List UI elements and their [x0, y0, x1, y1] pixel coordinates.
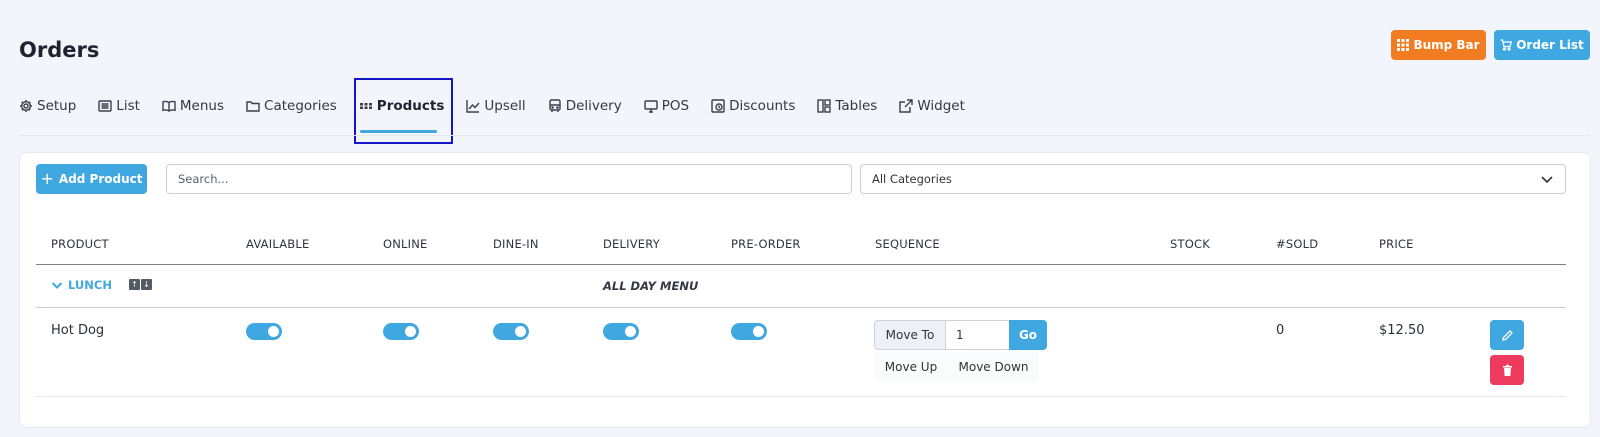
- tab-widget[interactable]: Widget: [899, 98, 965, 114]
- group-name: LUNCH: [68, 278, 112, 292]
- edit-product-button[interactable]: [1490, 320, 1524, 350]
- move-to-button[interactable]: Move To: [874, 320, 946, 350]
- group-menu-name: ALL DAY MENU: [603, 279, 699, 293]
- column-header-price: PRICE: [1379, 237, 1414, 251]
- online-toggle[interactable]: [383, 323, 419, 340]
- tab-setup-label: Setup: [37, 98, 77, 114]
- header-divider: [36, 264, 1566, 265]
- go-button[interactable]: Go: [1009, 320, 1047, 350]
- bump-bar-label: Bump Bar: [1413, 38, 1480, 52]
- trash-icon: [1502, 364, 1512, 376]
- tab-bar: Setup List Menus Categories Products Ups…: [19, 94, 965, 118]
- move-group-up-button[interactable]: ↑: [129, 279, 140, 290]
- add-product-label: Add Product: [58, 172, 143, 186]
- column-header-product: PRODUCT: [51, 237, 109, 251]
- pencil-icon: [1501, 329, 1513, 341]
- list-icon: [98, 100, 112, 112]
- column-header-stock: STOCK: [1170, 237, 1210, 251]
- tab-categories-label: Categories: [264, 98, 337, 114]
- price-value: $12.50: [1379, 323, 1425, 338]
- bump-bar-button[interactable]: Bump Bar: [1391, 30, 1486, 60]
- external-link-icon: [899, 99, 914, 113]
- tab-pos[interactable]: POS: [644, 98, 689, 114]
- tab-pos-label: POS: [661, 98, 690, 114]
- move-group-down-button[interactable]: ↓: [141, 279, 152, 290]
- column-header-sold: #SOLD: [1276, 237, 1319, 251]
- tab-setup[interactable]: Setup: [19, 98, 76, 114]
- monitor-icon: [644, 100, 658, 113]
- tab-divider: [19, 135, 1590, 136]
- arrow-up-icon: ↑: [131, 280, 138, 289]
- arrow-down-icon: ↓: [143, 280, 150, 289]
- sequence-control: Move To Go: [874, 320, 1047, 350]
- category-select-value: All Categories: [872, 172, 952, 186]
- tab-list-label: List: [116, 98, 140, 114]
- product-name: Hot Dog: [51, 323, 105, 338]
- bus-icon: [548, 99, 561, 112]
- group-divider: [36, 307, 1566, 308]
- folder-icon: [246, 101, 260, 112]
- tab-menus[interactable]: Menus: [162, 98, 224, 114]
- column-header-available: AVAILABLE: [246, 237, 310, 251]
- tab-upsell-label: Upsell: [484, 98, 526, 114]
- search-input[interactable]: [166, 164, 852, 194]
- tab-tables[interactable]: Tables: [817, 98, 877, 114]
- available-toggle[interactable]: [246, 323, 282, 340]
- add-product-button[interactable]: + Add Product: [36, 164, 147, 194]
- tab-upsell[interactable]: Upsell: [466, 98, 526, 114]
- page-title: Orders: [19, 38, 100, 62]
- delivery-toggle[interactable]: [603, 323, 639, 340]
- tab-menus-label: Menus: [179, 98, 225, 114]
- chart-up-icon: [466, 100, 480, 113]
- tab-discounts-label: Discounts: [729, 98, 796, 114]
- category-select[interactable]: All Categories: [860, 164, 1566, 194]
- cart-icon: [1500, 39, 1513, 51]
- column-header-delivery: DELIVERY: [603, 237, 660, 251]
- move-up-button[interactable]: Move Up: [874, 352, 948, 382]
- row-divider: [36, 396, 1566, 397]
- discount-icon: [711, 99, 725, 113]
- order-list-button[interactable]: Order List: [1494, 30, 1590, 60]
- move-links: Move Up Move Down: [874, 352, 1039, 382]
- grid-icon: [1397, 39, 1410, 51]
- layout-icon: [817, 99, 832, 113]
- tab-delivery[interactable]: Delivery: [548, 98, 622, 114]
- tab-tables-label: Tables: [835, 98, 878, 114]
- tab-widget-label: Widget: [917, 98, 965, 114]
- plus-icon: +: [40, 169, 54, 188]
- order-list-label: Order List: [1516, 38, 1584, 52]
- sequence-input[interactable]: [946, 320, 1009, 350]
- column-header-online: ONLINE: [383, 237, 428, 251]
- pre-order-toggle[interactable]: [731, 323, 767, 340]
- move-down-button[interactable]: Move Down: [948, 352, 1039, 382]
- column-header-pre-order: PRE-ORDER: [731, 237, 801, 251]
- gear-icon: [20, 100, 32, 112]
- tab-categories[interactable]: Categories: [246, 98, 337, 114]
- book-icon: [162, 100, 176, 112]
- sold-value: 0: [1276, 323, 1285, 338]
- chevron-down-icon: [1541, 176, 1553, 184]
- delete-product-button[interactable]: [1490, 355, 1524, 385]
- tab-delivery-label: Delivery: [565, 98, 622, 114]
- tab-discounts[interactable]: Discounts: [711, 98, 795, 114]
- column-header-sequence: SEQUENCE: [875, 237, 940, 251]
- chevron-down-icon: [51, 282, 63, 289]
- column-header-dine-in: DINE-IN: [493, 237, 539, 251]
- dine-in-toggle[interactable]: [493, 323, 529, 340]
- tab-list[interactable]: List: [98, 98, 140, 114]
- group-toggle-lunch[interactable]: LUNCH: [51, 278, 112, 292]
